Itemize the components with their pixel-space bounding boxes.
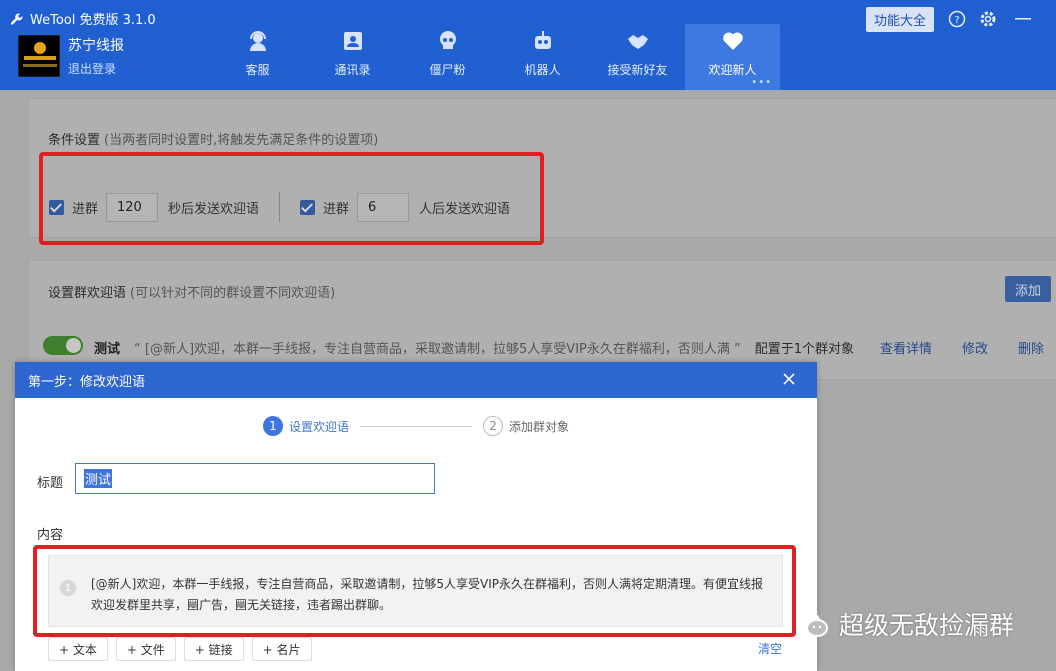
watermark-text: 超级无敌捡漏群 [839, 611, 1015, 640]
message-index: 1 [60, 580, 76, 596]
wechat-icon [796, 611, 828, 637]
app-title-text: WeTool 免费版 3.1.0 [30, 13, 156, 28]
content-label: 内容 [37, 528, 64, 543]
nav-tab-customer-service[interactable]: 客服 [210, 24, 305, 90]
content-toolbar: + 文本 + 文件 + 链接 + 名片 [48, 637, 312, 661]
delete-link[interactable]: 删除 [1018, 338, 1044, 357]
robot-icon [534, 31, 551, 49]
main-nav: 客服 通讯录 僵尸粉 机器人 接受新好友 欢迎新人 ••• [210, 24, 780, 90]
add-text-button[interactable]: + 文本 [48, 637, 108, 661]
heart-icon [722, 32, 743, 50]
edit-link[interactable]: 修改 [962, 338, 988, 357]
step2-number: 2 [483, 416, 504, 436]
account-logo [18, 35, 60, 77]
skull-icon [439, 31, 456, 49]
step1-number: 1 [263, 416, 283, 436]
rule-name: 测试 [94, 342, 121, 357]
message-text: [@新人]欢迎，本群一手线报，专注自营商品，采取邀请制，拉够5人享受VIP永久在… [91, 577, 763, 612]
logout-link[interactable]: 退出登录 [68, 60, 124, 77]
add-file-button[interactable]: + 文件 [115, 637, 176, 661]
cond2-checkbox[interactable] [300, 199, 316, 215]
nav-tab-zombie-fans[interactable]: 僵尸粉 [400, 24, 495, 90]
add-card-button[interactable]: + 名片 [251, 637, 312, 661]
gear-icon[interactable] [979, 10, 997, 28]
cond2-count-input[interactable]: 6 [357, 192, 410, 222]
title-label: 标题 [37, 476, 64, 491]
clear-link[interactable]: 清空 [758, 640, 782, 657]
cond2-prefix: 进群 [323, 201, 350, 217]
nav-label: 通讯录 [334, 63, 371, 77]
welcome-rule-row: 测试 “ [@新人]欢迎，本群一手线报，专注自营商品，采取邀请制，拉够5人享受V… [94, 338, 1044, 357]
step-connector [360, 425, 473, 427]
rule-preview: “ [@新人]欢迎，本群一手线报，专注自营商品，采取邀请制，拉够5人享受VIP永… [134, 342, 741, 357]
nav-label: 客服 [245, 63, 270, 77]
title-bar: WeTool 免费版 3.1.0 苏宁线报 退出登录 客服 通讯录 僵尸粉 机器… [0, 0, 1056, 90]
all-functions-button[interactable]: 功能大全 [866, 7, 934, 32]
nav-tab-robot[interactable]: 机器人 [495, 24, 590, 90]
dialog-header: 第一步：修改欢迎语 [15, 362, 817, 398]
conditions-heading: 条件设置 (当两者同时设置时,将触发先满足条件的设置项) [48, 133, 379, 148]
app-title: WeTool 免费版 3.1.0 [10, 9, 156, 28]
add-link-button[interactable]: + 链接 [183, 637, 244, 661]
welcome-heading: 设置群欢迎语 (可以针对不同的群设置不同欢迎语) [48, 286, 336, 301]
nav-tab-contacts[interactable]: 通讯录 [305, 24, 400, 90]
cond1-checkbox[interactable] [49, 199, 64, 215]
nav-label: 僵尸粉 [429, 63, 466, 77]
title-input[interactable]: 测试 [75, 463, 435, 494]
nav-label: 机器人 [524, 63, 561, 77]
step2-label: 添加群对象 [509, 419, 570, 434]
edit-welcome-dialog: 第一步：修改欢迎语 1 设置欢迎语 2 添加群对象 标题 测试 内容 1 [@新… [15, 362, 817, 671]
view-details-link[interactable]: 查看详情 [880, 338, 932, 357]
nav-tab-accept-friends[interactable]: 接受新好友 [590, 24, 685, 90]
svg-text:?: ? [954, 15, 959, 26]
conditions-panel: 条件设置 (当两者同时设置时,将触发先满足条件的设置项) 进群 120 秒后发送欢… [28, 98, 1056, 238]
cond1-suffix: 秒后发送欢迎语 [168, 201, 260, 217]
handshake-icon [627, 35, 648, 49]
content-message-item[interactable]: 1 [@新人]欢迎，本群一手线报，专注自营商品，采取邀请制，拉够5人享受VIP永… [48, 555, 783, 627]
step1-label: 设置欢迎语 [289, 419, 350, 434]
nav-label: 接受新好友 [607, 63, 668, 77]
conditions-row: 进群 120 秒后发送欢迎语 进群 6 人后发送欢迎语 [49, 192, 510, 222]
dialog-title: 第一步：修改欢迎语 [28, 374, 146, 390]
nav-tab-welcome-newcomers[interactable]: 欢迎新人 ••• [685, 24, 780, 90]
contacts-icon [343, 32, 362, 50]
cond1-prefix: 进群 [72, 201, 99, 217]
nav-label: 欢迎新人 [708, 63, 757, 77]
account-name: 苏宁线报 [68, 38, 124, 54]
close-icon[interactable] [781, 371, 797, 387]
minimize-icon[interactable] [1012, 10, 1034, 28]
divider [279, 192, 281, 222]
headset-icon [249, 31, 266, 51]
step-indicator: 1 设置欢迎语 2 添加群对象 [263, 416, 569, 436]
wechat-watermark: 超级无敌捡漏群 [795, 606, 1014, 642]
rule-target-count: 配置于1个群对象 [754, 342, 855, 357]
cond1-seconds-input[interactable]: 120 [106, 192, 159, 222]
help-icon[interactable]: ? [948, 10, 966, 28]
cond2-suffix: 人后发送欢迎语 [419, 201, 511, 217]
more-dots[interactable]: ••• [751, 77, 772, 88]
title-input-value: 测试 [84, 469, 113, 488]
add-button[interactable]: 添加 [1005, 276, 1051, 302]
wrench-icon [10, 12, 23, 25]
account-profile: 苏宁线报 退出登录 [18, 35, 124, 77]
rule-toggle[interactable] [43, 336, 83, 355]
